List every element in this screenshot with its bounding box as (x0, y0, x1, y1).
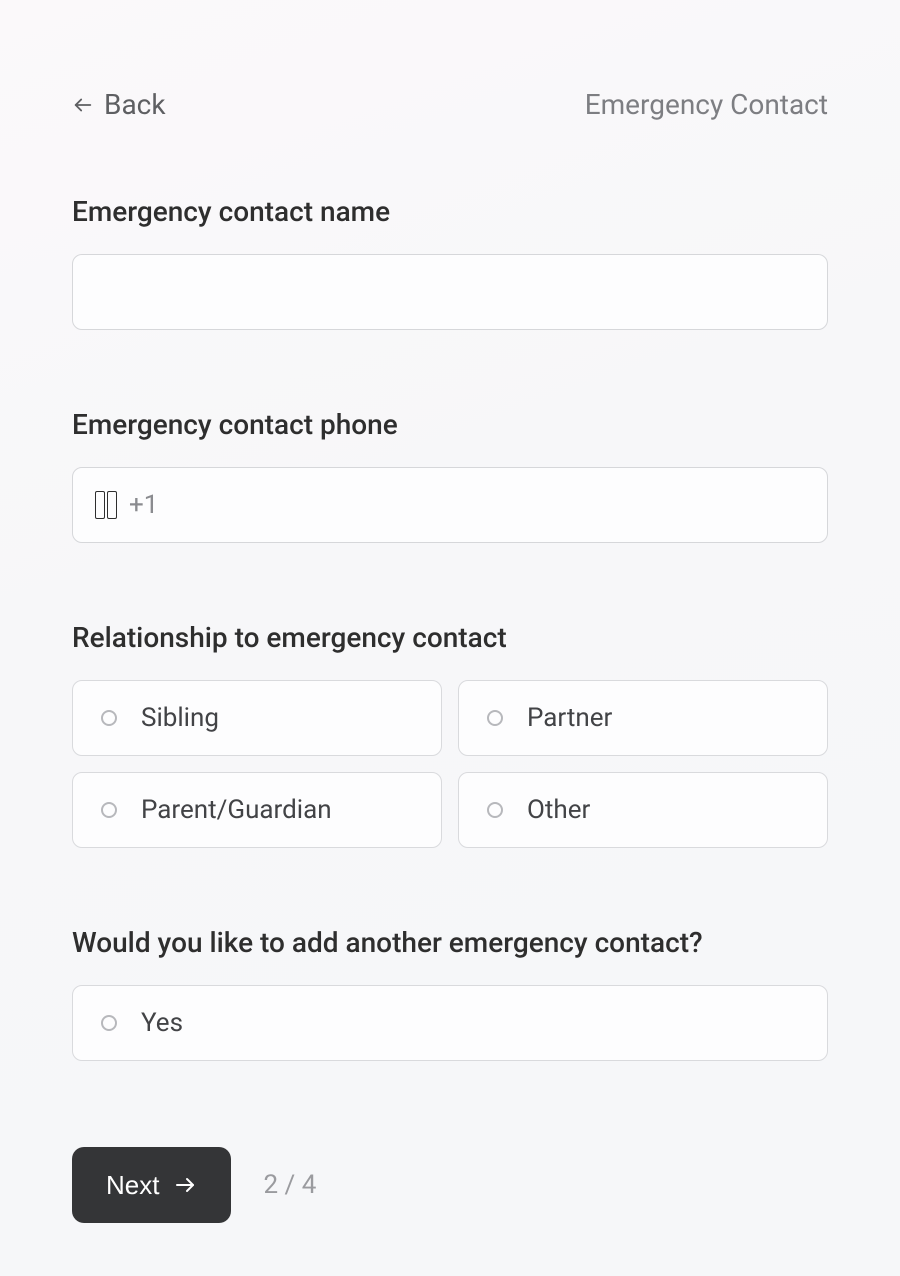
relationship-option-other[interactable]: Other (458, 772, 828, 848)
contact-name-label: Emergency contact name (72, 195, 828, 228)
next-button[interactable]: Next (72, 1147, 231, 1223)
add-another-option-yes[interactable]: Yes (72, 985, 828, 1061)
field-add-another: Would you like to add another emergency … (72, 926, 828, 1061)
field-relationship: Relationship to emergency contact Siblin… (72, 621, 828, 848)
option-label: Other (527, 795, 590, 825)
radio-icon (101, 802, 117, 818)
option-label: Yes (141, 1008, 183, 1038)
option-label: Sibling (141, 703, 219, 733)
flag-icon (95, 491, 117, 519)
radio-icon (487, 802, 503, 818)
relationship-option-sibling[interactable]: Sibling (72, 680, 442, 756)
back-label: Back (104, 88, 166, 121)
back-button[interactable]: Back (72, 88, 166, 121)
contact-phone-input[interactable] (170, 490, 805, 521)
step-indicator: 2 / 4 (263, 1170, 316, 1200)
option-label: Parent/Guardian (141, 795, 332, 825)
add-another-label: Would you like to add another emergency … (72, 926, 828, 959)
field-contact-phone: Emergency contact phone +1 (72, 408, 828, 543)
option-label: Partner (527, 703, 612, 733)
page-title: Emergency Contact (585, 88, 828, 121)
relationship-option-partner[interactable]: Partner (458, 680, 828, 756)
arrow-right-icon (173, 1173, 197, 1197)
contact-phone-label: Emergency contact phone (72, 408, 828, 441)
dial-code: +1 (129, 490, 158, 520)
contact-phone-input-wrap[interactable]: +1 (72, 467, 828, 543)
contact-name-input[interactable] (72, 254, 828, 330)
radio-icon (101, 710, 117, 726)
header: Back Emergency Contact (72, 88, 828, 121)
footer: Next 2 / 4 (72, 1147, 828, 1223)
relationship-label: Relationship to emergency contact (72, 621, 828, 654)
field-contact-name: Emergency contact name (72, 195, 828, 330)
next-label: Next (106, 1170, 159, 1201)
arrow-left-icon (72, 94, 94, 116)
radio-icon (101, 1015, 117, 1031)
relationship-option-parent-guardian[interactable]: Parent/Guardian (72, 772, 442, 848)
radio-icon (487, 710, 503, 726)
